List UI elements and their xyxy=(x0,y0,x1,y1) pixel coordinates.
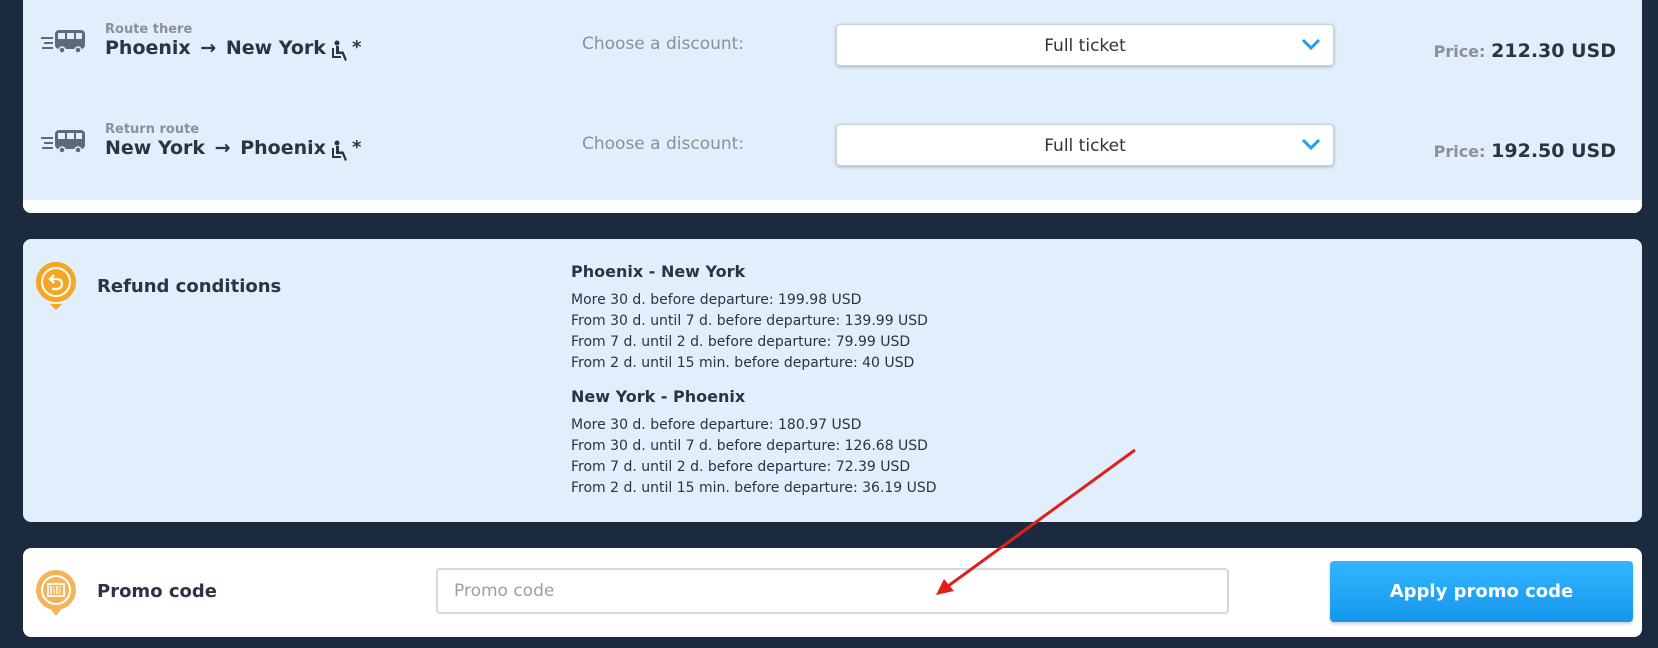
refund-route-heading: New York - Phoenix xyxy=(571,387,746,406)
right-arrow-icon: → xyxy=(208,137,238,159)
seat-marker: * xyxy=(352,37,362,58)
discount-label: Choose a discount: xyxy=(582,134,745,154)
panel-bottom-strip xyxy=(23,200,1642,213)
route-to-city: Phoenix xyxy=(240,137,326,159)
refund-condition-line: From 2 d. until 15 min. before departure… xyxy=(571,355,915,371)
route-there-row: Route there Phoenix → New York * Choose … xyxy=(23,0,1642,90)
refund-condition-line: From 30 d. until 7 d. before departure: … xyxy=(571,313,928,329)
promo-code-input[interactable] xyxy=(436,568,1229,614)
chevron-down-icon xyxy=(1301,138,1321,151)
refund-block-outbound: Phoenix - New York More 30 d. before dep… xyxy=(571,262,928,374)
promo-code-title: Promo code xyxy=(97,581,217,602)
route-direction-label: Return route xyxy=(105,122,200,137)
route-from-city: New York xyxy=(105,137,206,159)
refund-condition-line: More 30 d. before departure: 199.98 USD xyxy=(571,292,862,308)
route-direction-label: Route there xyxy=(105,22,193,37)
refund-conditions-panel: Refund conditions Phoenix - New York Mor… xyxy=(23,239,1642,522)
route-price: Price: 212.30 USD xyxy=(1434,40,1616,62)
barcode-icon xyxy=(36,570,76,616)
promo-code-panel: Promo code Apply promo code xyxy=(23,548,1642,637)
refund-condition-line: From 30 d. until 7 d. before departure: … xyxy=(571,438,928,454)
refund-route-heading: Phoenix - New York xyxy=(571,262,746,281)
right-arrow-icon: → xyxy=(193,37,223,59)
discount-select-return-route[interactable]: Full ticket xyxy=(836,124,1334,166)
price-value: 212.30 USD xyxy=(1491,40,1616,62)
refund-condition-line: From 7 d. until 2 d. before departure: 7… xyxy=(571,334,911,350)
seated-passenger-icon xyxy=(332,140,347,161)
refund-conditions-title: Refund conditions xyxy=(97,276,282,297)
seated-passenger-icon xyxy=(332,40,347,61)
apply-promo-code-button[interactable]: Apply promo code xyxy=(1330,561,1633,622)
seat-marker: * xyxy=(352,137,362,158)
return-route-row: Return route New York → Phoenix * Choose… xyxy=(23,100,1642,190)
discount-select-value: Full ticket xyxy=(1044,136,1126,156)
bus-icon xyxy=(41,130,85,154)
discount-select-route-there[interactable]: Full ticket xyxy=(836,24,1334,66)
routes-panel: Route there Phoenix → New York * Choose … xyxy=(23,0,1642,213)
refund-condition-line: More 30 d. before departure: 180.97 USD xyxy=(571,417,862,433)
route-from-city: Phoenix xyxy=(105,37,191,59)
bus-icon xyxy=(41,30,85,54)
refund-condition-line: From 7 d. until 2 d. before departure: 7… xyxy=(571,459,911,475)
chevron-down-icon xyxy=(1301,38,1321,51)
refund-block-return: New York - Phoenix More 30 d. before dep… xyxy=(571,387,937,499)
price-label: Price: xyxy=(1433,142,1486,161)
discount-label: Choose a discount: xyxy=(582,34,745,54)
price-value: 192.50 USD xyxy=(1491,140,1616,162)
return-arrow-icon xyxy=(35,262,76,310)
route-price: Price: 192.50 USD xyxy=(1434,140,1616,162)
route-to-city: New York xyxy=(225,37,326,59)
price-label: Price: xyxy=(1433,42,1486,61)
discount-select-value: Full ticket xyxy=(1044,36,1126,56)
refund-condition-line: From 2 d. until 15 min. before departure… xyxy=(571,480,937,496)
route-cities: Phoenix → New York xyxy=(105,37,326,59)
route-cities: New York → Phoenix xyxy=(105,137,326,159)
